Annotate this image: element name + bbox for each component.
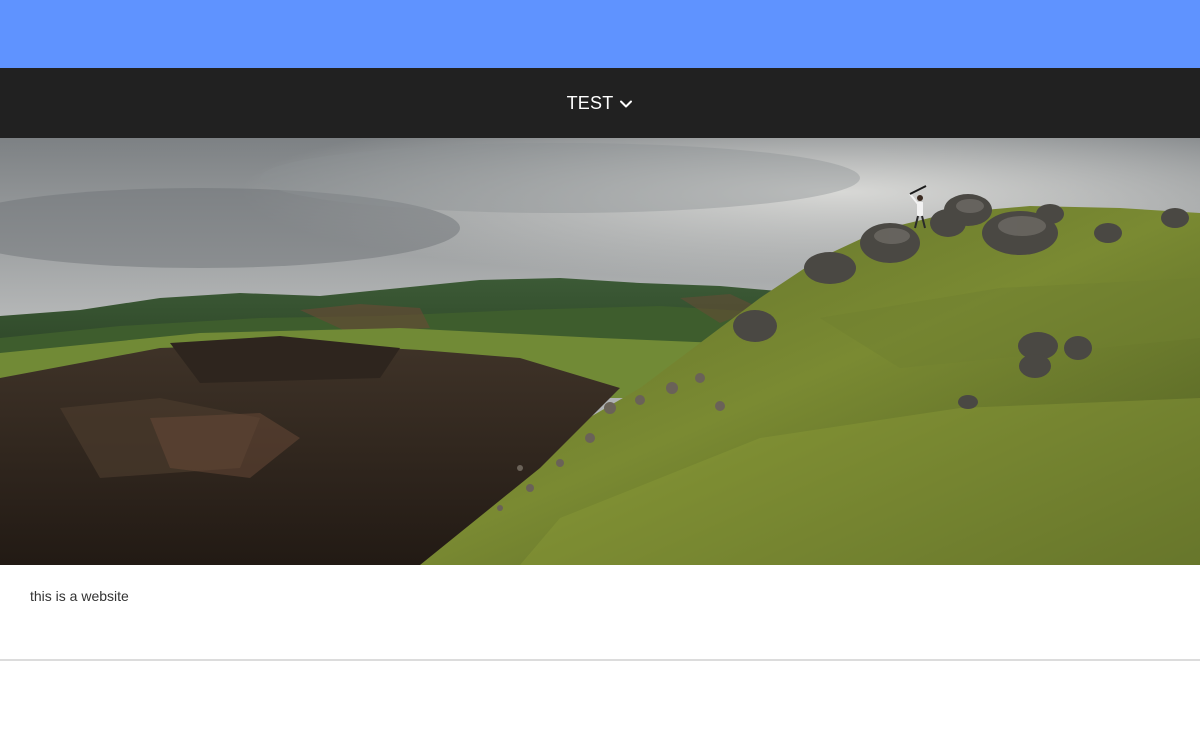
- content-section: this is a website: [0, 565, 1200, 659]
- top-banner: [0, 0, 1200, 68]
- nav-bar: TEST: [0, 68, 1200, 138]
- hero-image: [0, 138, 1200, 565]
- nav-menu-dropdown[interactable]: TEST: [559, 87, 642, 120]
- footer: [0, 661, 1200, 740]
- nav-menu-label: TEST: [566, 92, 614, 113]
- chevron-down-icon: [619, 97, 633, 111]
- body-text: this is a website: [30, 588, 129, 604]
